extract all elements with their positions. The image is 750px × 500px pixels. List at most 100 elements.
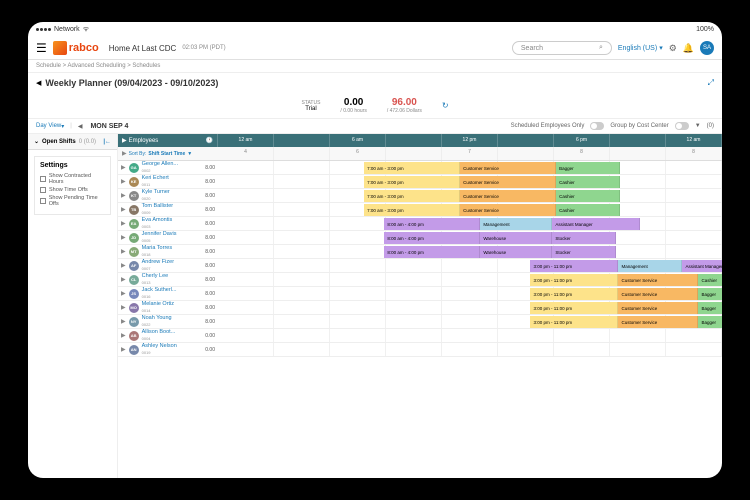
row-caret-icon[interactable]: ▶ (121, 164, 126, 171)
employee-row[interactable]: ▶KTKyle Turner00208.007:00 am - 3:00 pmC… (118, 189, 722, 203)
row-caret-icon[interactable]: ▶ (121, 192, 126, 199)
emp-hours: 8.00 (205, 277, 215, 283)
brand-logo[interactable]: rabco (53, 41, 99, 55)
emp-name[interactable]: Keri Echert (142, 176, 169, 182)
emp-hours: 8.00 (205, 193, 215, 199)
shift-bar[interactable]: 7:00 am - 3:00 pmCustomer ServiceCashier (364, 176, 620, 188)
battery-label: 100% (696, 26, 714, 33)
emp-name[interactable]: Maria Torres (142, 246, 172, 252)
emp-name[interactable]: Andrew Fizer (142, 260, 174, 266)
emp-id: 0002 (142, 168, 178, 173)
emp-name[interactable]: George Allen... (142, 162, 178, 168)
time-tick (386, 134, 442, 147)
emp-name[interactable]: Jack Sutherl... (142, 288, 177, 294)
emp-name[interactable]: Ashley Nelson (142, 344, 177, 350)
employee-row[interactable]: ▶GAGeorge Allen...00028.007:00 am - 3:00… (118, 161, 722, 175)
shift-segment: 7:00 am - 3:00 pm (364, 204, 460, 216)
gear-icon[interactable]: ⚙ (669, 43, 677, 54)
row-caret-icon[interactable]: ▶ (121, 290, 126, 297)
emp-avatar: AB (129, 331, 139, 341)
time-tick (274, 134, 330, 147)
emp-avatar: MO (129, 303, 139, 313)
employee-row[interactable]: ▶ABAllison Boot...00040.00 (118, 329, 722, 343)
search-icon: ⌕ (599, 44, 603, 52)
employee-row[interactable]: ▶JDJennifer Davis00058.008:00 am - 4:00 … (118, 231, 722, 245)
back-icon[interactable]: ◀ (36, 79, 41, 87)
row-caret-icon[interactable]: ▶ (121, 178, 126, 185)
hours-value: 0.00 (340, 97, 366, 108)
shift-bar[interactable]: 7:00 am - 3:00 pmCustomer ServiceCashier (364, 190, 620, 202)
emp-id: 0022 (142, 322, 172, 327)
chk-timeoffs[interactable]: Show Time Offs (40, 187, 105, 193)
collapse-icon[interactable]: |← (103, 139, 111, 145)
emp-name[interactable]: Noah Young (142, 316, 172, 322)
group-by-toggle[interactable] (675, 122, 689, 130)
employee-row[interactable]: ▶TBTom Ballister00098.007:00 am - 3:00 p… (118, 203, 722, 217)
employee-row[interactable]: ▶NYNoah Young00228.003:00 pm - 11:00 pmC… (118, 315, 722, 329)
row-caret-icon[interactable]: ▶ (121, 304, 126, 311)
refresh-icon[interactable]: ↻ (442, 101, 449, 110)
shift-bar[interactable]: 7:00 am - 3:00 pmCustomer ServiceCashier (364, 204, 620, 216)
count-tick: 7 (442, 147, 498, 160)
emp-name[interactable]: Melanie Ortiz (142, 302, 174, 308)
shift-bar[interactable]: 3:00 pm - 11:00 pmCustomer ServiceBagger (530, 316, 722, 328)
chk-contracted[interactable]: Show Contracted Hours (40, 173, 105, 185)
emp-avatar: JS (129, 289, 139, 299)
shift-bar[interactable]: 7:00 am - 3:00 pmCustomer ServiceBagger (364, 162, 620, 174)
row-caret-icon[interactable]: ▶ (121, 276, 126, 283)
hamburger-icon[interactable]: ☰ (36, 41, 47, 55)
employee-row[interactable]: ▶KEKeri Echert00118.007:00 am - 3:00 pmC… (118, 175, 722, 189)
row-caret-icon[interactable]: ▶ (121, 248, 126, 255)
row-caret-icon[interactable]: ▶ (121, 318, 126, 325)
emp-name[interactable]: Tom Ballister (142, 204, 173, 210)
open-shifts-panel[interactable]: ⌄ Open Shifts 0 (0.0) |← (28, 134, 117, 150)
employee-row[interactable]: ▶MTMaria Torres00188.008:00 am - 4:00 pm… (118, 245, 722, 259)
user-avatar[interactable]: SA (700, 41, 714, 55)
expand-all-icon[interactable]: ▶ (122, 137, 127, 144)
emp-name[interactable]: Eva Amontis (142, 218, 173, 224)
shift-bar[interactable]: 3:00 pm - 11:00 pmCustomer ServiceBagger (530, 288, 722, 300)
row-caret-icon[interactable]: ▶ (121, 346, 126, 353)
network-label: Network (54, 26, 80, 33)
brand-text: rabco (69, 42, 99, 54)
employee-row[interactable]: ▶EAEva Amontis00038.008:00 am - 4:00 pmM… (118, 217, 722, 231)
emp-name[interactable]: Jennifer Davis (142, 232, 177, 238)
sort-selector[interactable]: ▶ Sort By: Shift Start Time ▼ (118, 147, 218, 160)
language-selector[interactable]: English (US) ▾ (618, 44, 663, 52)
bell-icon[interactable]: 🔔 (683, 43, 694, 54)
time-tick: 6 pm (554, 134, 610, 147)
shift-bar[interactable]: 3:00 pm - 11:00 pmCustomer ServiceCashie… (530, 274, 722, 286)
emp-name[interactable]: Kyle Turner (142, 190, 170, 196)
row-caret-icon[interactable]: ▶ (121, 234, 126, 241)
chk-pending[interactable]: Show Pending Time Offs (40, 195, 105, 207)
employee-row[interactable]: ▶JSJack Sutherl...00168.003:00 pm - 11:0… (118, 287, 722, 301)
count-tick: 4 (218, 147, 274, 160)
breadcrumb[interactable]: Schedule > Advanced Scheduling > Schedul… (28, 60, 722, 73)
employee-row[interactable]: ▶AFAndrew Fizer00078.003:00 pm - 11:00 p… (118, 259, 722, 273)
emp-hours: 8.00 (205, 179, 215, 185)
employee-row[interactable]: ▶ANAshley Nelson00190.00 (118, 343, 722, 357)
prev-day-icon[interactable]: ◀ (78, 123, 83, 130)
employee-row[interactable]: ▶MOMelanie Ortiz00148.003:00 pm - 11:00 … (118, 301, 722, 315)
shift-bar[interactable]: 3:00 pm - 11:00 pmCustomer ServiceBagger (530, 302, 722, 314)
shift-bar[interactable]: 8:00 am - 4:00 pmManagementAssistant Man… (384, 218, 640, 230)
sched-only-toggle[interactable] (590, 122, 604, 130)
shift-segment: Customer Service (460, 190, 556, 202)
shift-bar[interactable]: 8:00 am - 4:00 pmWarehouseStocker (384, 246, 616, 258)
clock-icon: 🕐 (206, 137, 213, 144)
emp-name[interactable]: Allison Boot... (142, 330, 176, 336)
row-caret-icon[interactable]: ▶ (121, 332, 126, 339)
emp-name[interactable]: Cherly Lee (142, 274, 169, 280)
shift-bar[interactable]: 3:00 pm - 11:00 pmManagementAssistant Ma… (530, 260, 722, 272)
day-view-toggle[interactable]: Day View (36, 123, 61, 129)
expand-icon[interactable]: ⤢ (708, 78, 714, 88)
current-date[interactable]: MON SEP 4 (90, 123, 128, 130)
shift-segment: 8:00 am - 4:00 pm (384, 232, 480, 244)
filter-icon[interactable]: ▼ (695, 123, 701, 129)
row-caret-icon[interactable]: ▶ (121, 206, 126, 213)
row-caret-icon[interactable]: ▶ (121, 220, 126, 227)
employee-row[interactable]: ▶CLCherly Lee00138.003:00 pm - 11:00 pmC… (118, 273, 722, 287)
row-caret-icon[interactable]: ▶ (121, 262, 126, 269)
search-input[interactable]: Search ⌕ (512, 41, 612, 55)
shift-bar[interactable]: 8:00 am - 4:00 pmWarehouseStocker (384, 232, 616, 244)
